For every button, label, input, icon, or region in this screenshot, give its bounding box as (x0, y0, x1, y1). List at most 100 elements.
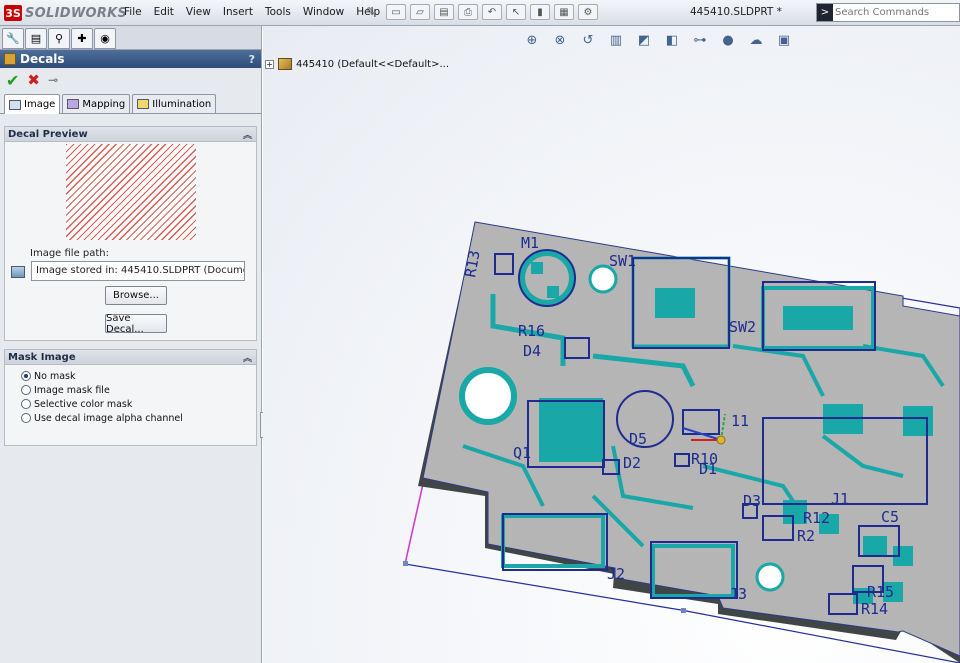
frame-handle (403, 561, 408, 566)
label-c5: C5 (881, 508, 899, 526)
quick-access-toolbar: ▭ ▱ ▤ ⎙ ↶ ↖ ▮ ▦ ⚙ (386, 4, 598, 20)
label-d1: D1 (699, 460, 717, 478)
label-j3: J3 (729, 585, 747, 603)
app-logo[interactable]: 3S SOLIDWORKS (4, 4, 127, 22)
decal-preview-group: Decal Preview ︽ Image file path: Image s… (4, 126, 257, 341)
tab-image[interactable]: Image (4, 94, 61, 114)
collapse-chevron-icon[interactable]: ︽ (243, 351, 252, 364)
decal-preview-body: Image file path: Image stored in: 445410… (5, 142, 256, 340)
radio-selective-color-mask[interactable]: Selective color mask (21, 397, 256, 411)
label-11: 11 (731, 412, 749, 430)
save-icon[interactable]: ▤ (434, 4, 454, 20)
search-input[interactable] (835, 7, 955, 18)
label-r14: R14 (861, 600, 888, 618)
file-properties-icon[interactable]: ▦ (554, 4, 574, 20)
label-d5: D5 (629, 430, 647, 448)
graphics-area[interactable]: ⊕ ⊗ ↺ ▥ ◩ ◧ ⊶ ● ☁ ▣ + 445410 (Default<<D… (263, 26, 960, 663)
radio-label: Image mask file (34, 384, 110, 396)
label-m1: M1 (521, 234, 539, 252)
ok-check-icon[interactable]: ✔ (6, 71, 19, 90)
mounting-hole (459, 367, 517, 425)
image-path-field[interactable]: Image stored in: 445410.SLDPRT (Document… (31, 261, 245, 281)
pm-title: Decals (20, 52, 65, 66)
open-folder-icon[interactable]: ▱ (410, 4, 430, 20)
mask-image-title: Mask Image (8, 351, 76, 363)
radio-button[interactable] (21, 371, 31, 381)
configuration-manager-tab-icon[interactable]: ⚲ (48, 28, 70, 49)
property-manager-tab-icon[interactable]: ▤ (25, 28, 47, 49)
undo-icon[interactable]: ↶ (482, 4, 502, 20)
solidworks-logo-icon: 3S (4, 5, 22, 21)
pm-action-buttons: ✔ ✖ ⊸ (0, 68, 261, 92)
menu-file[interactable]: File (118, 5, 148, 19)
label-sw1: SW1 (609, 252, 636, 270)
title-bar: 3S SOLIDWORKS File Edit View Insert Tool… (0, 0, 960, 26)
label-d3: D3 (743, 492, 761, 510)
label-r12: R12 (803, 509, 830, 527)
tab-illumination-label: Illumination (152, 98, 212, 110)
image-tab-icon (9, 99, 21, 110)
feature-manager-tab-icon[interactable]: 🔧 (2, 28, 24, 49)
decals-icon (4, 53, 16, 65)
illumination-tab-icon (137, 99, 150, 109)
label-d4: D4 (523, 342, 541, 360)
manager-tabs: 🔧 ▤ ⚲ ✚ ◉ (0, 26, 261, 50)
options-icon[interactable]: ⚙ (578, 4, 598, 20)
menu-window[interactable]: Window (297, 5, 350, 19)
tab-image-label: Image (24, 99, 56, 110)
menu-bar: File Edit View Insert Tools Window Help (118, 5, 386, 19)
decal-preview-title: Decal Preview (8, 128, 88, 140)
radio-button[interactable] (21, 385, 31, 395)
property-manager-panel: 🔧 ▤ ⚲ ✚ ◉ Decals ? ✔ ✖ ⊸ Image Mapping I… (0, 26, 262, 663)
mask-image-group: Mask Image ︽ No mask Image mask file Sel… (4, 349, 257, 446)
radio-alpha-channel[interactable]: Use decal image alpha channel (21, 411, 256, 425)
radio-no-mask[interactable]: No mask (21, 369, 256, 383)
label-j2: J2 (607, 565, 625, 583)
select-cursor-icon[interactable]: ↖ (506, 4, 526, 20)
help-button[interactable]: ? (249, 53, 255, 66)
rebuild-icon[interactable]: ▮ (530, 4, 550, 20)
command-prompt-icon: > (817, 4, 833, 21)
tab-illumination[interactable]: Illumination (132, 94, 217, 113)
new-document-icon[interactable]: ▭ (386, 4, 406, 20)
menu-view[interactable]: View (180, 5, 217, 19)
mask-image-header[interactable]: Mask Image ︽ (5, 350, 256, 365)
tab-mapping[interactable]: Mapping (62, 94, 131, 113)
keep-visible-pin-icon[interactable]: ⊸ (48, 73, 58, 87)
mapping-tab-icon (67, 99, 80, 109)
label-sw2: SW2 (729, 318, 756, 336)
save-decal-button[interactable]: Save Decal... (105, 313, 167, 335)
label-d2: D2 (623, 454, 641, 472)
label-q1: Q1 (513, 444, 531, 462)
print-icon[interactable]: ⎙ (458, 4, 478, 20)
menu-edit[interactable]: Edit (148, 5, 180, 19)
display-manager-tab-icon[interactable]: ◉ (94, 28, 116, 49)
label-r16: R16 (518, 322, 545, 340)
decal-preview-header[interactable]: Decal Preview ︽ (5, 127, 256, 142)
document-title: 445410.SLDPRT * (690, 6, 782, 18)
pm-title-bar: Decals ? (0, 50, 261, 68)
menu-insert[interactable]: Insert (217, 5, 259, 19)
pin-menu-icon[interactable]: ✎ (366, 5, 380, 19)
frame-handle (681, 608, 686, 613)
collapse-chevron-icon[interactable]: ︽ (243, 128, 252, 141)
browse-button[interactable]: Browse... (105, 286, 167, 305)
decal-subtabs: Image Mapping Illumination (0, 94, 261, 114)
menu-tools[interactable]: Tools (259, 5, 297, 19)
search-commands-box[interactable]: > (816, 3, 960, 22)
pcb-model[interactable]: M1 SW1 R13 R16 D4 SW2 Q1 D5 D2 R10 D1 11… (263, 26, 960, 663)
radio-button[interactable] (21, 413, 31, 423)
radio-image-mask-file[interactable]: Image mask file (21, 383, 256, 397)
label-j1: J1 (831, 490, 849, 508)
radio-label: No mask (34, 370, 76, 382)
dimxpert-tab-icon[interactable]: ✚ (71, 28, 93, 49)
image-file-icon (11, 266, 25, 278)
radio-label: Selective color mask (34, 398, 133, 410)
decal-preview-image (66, 144, 196, 240)
radio-button[interactable] (21, 399, 31, 409)
label-r15: R15 (867, 583, 894, 601)
label-r2: R2 (797, 527, 815, 545)
cancel-x-icon[interactable]: ✖ (27, 71, 40, 89)
tab-mapping-label: Mapping (82, 98, 126, 110)
app-brand: SOLIDWORKS (25, 5, 128, 21)
